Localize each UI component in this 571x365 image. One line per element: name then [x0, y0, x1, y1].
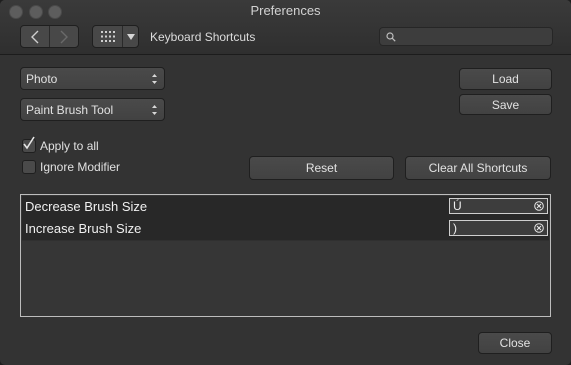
navigation-buttons	[20, 25, 79, 48]
ignore-modifier-checkbox[interactable]	[22, 160, 36, 174]
show-all-button[interactable]	[93, 26, 123, 47]
window-title: Preferences	[250, 3, 321, 18]
stepper-arrows-icon	[152, 105, 157, 115]
grid-icon	[100, 31, 115, 42]
save-button[interactable]: Save	[459, 94, 552, 115]
apply-to-all-checkbox[interactable]	[22, 136, 36, 153]
chevron-right-icon	[60, 30, 68, 43]
close-button[interactable]: Close	[478, 332, 552, 354]
forward-button[interactable]	[49, 26, 78, 47]
show-all-control	[92, 25, 139, 48]
search-icon	[386, 31, 396, 42]
stepper-arrows-icon	[152, 74, 157, 84]
clear-shortcut-icon[interactable]	[534, 201, 544, 211]
chevron-left-icon	[31, 30, 39, 43]
tool-select-value: Paint Brush Tool	[26, 102, 114, 117]
shortcut-key-field[interactable]: )	[449, 220, 548, 236]
shortcut-key: )	[453, 221, 457, 235]
shortcut-name: Decrease Brush Size	[25, 199, 148, 214]
back-button[interactable]	[21, 26, 49, 47]
search-field[interactable]	[379, 27, 553, 46]
shortcut-name: Increase Brush Size	[25, 221, 142, 236]
shortcut-row[interactable]: Increase Brush Size )	[22, 218, 549, 241]
checkmark-icon	[23, 136, 35, 150]
section-title: Keyboard Shortcuts	[150, 30, 256, 44]
apply-to-all-label: Apply to all	[40, 139, 99, 153]
clear-all-shortcuts-button[interactable]: Clear All Shortcuts	[405, 156, 551, 180]
clear-shortcut-icon[interactable]	[534, 223, 544, 233]
reset-button[interactable]: Reset	[249, 156, 394, 180]
ignore-modifier-option[interactable]: Ignore Modifier	[22, 160, 120, 174]
load-button[interactable]: Load	[459, 68, 552, 90]
preferences-window: Preferences Keyboard Shortcuts Photo Pai…	[0, 0, 571, 365]
ignore-modifier-label: Ignore Modifier	[40, 160, 121, 174]
shortcut-key: Ú	[453, 199, 462, 213]
shortcut-row[interactable]: Decrease Brush Size Ú	[22, 196, 549, 219]
titlebar: Preferences Keyboard Shortcuts	[0, 0, 571, 55]
tool-select[interactable]: Paint Brush Tool	[20, 98, 165, 121]
show-all-dropdown[interactable]	[123, 26, 138, 47]
context-select[interactable]: Photo	[20, 67, 165, 90]
search-input[interactable]	[400, 29, 544, 44]
context-select-value: Photo	[26, 71, 58, 86]
shortcut-key-field[interactable]: Ú	[449, 198, 548, 214]
triangle-down-icon	[126, 33, 135, 40]
shortcut-list: Decrease Brush Size Ú Increase Brush Siz…	[20, 194, 551, 317]
apply-to-all-option[interactable]: Apply to all	[22, 136, 99, 153]
